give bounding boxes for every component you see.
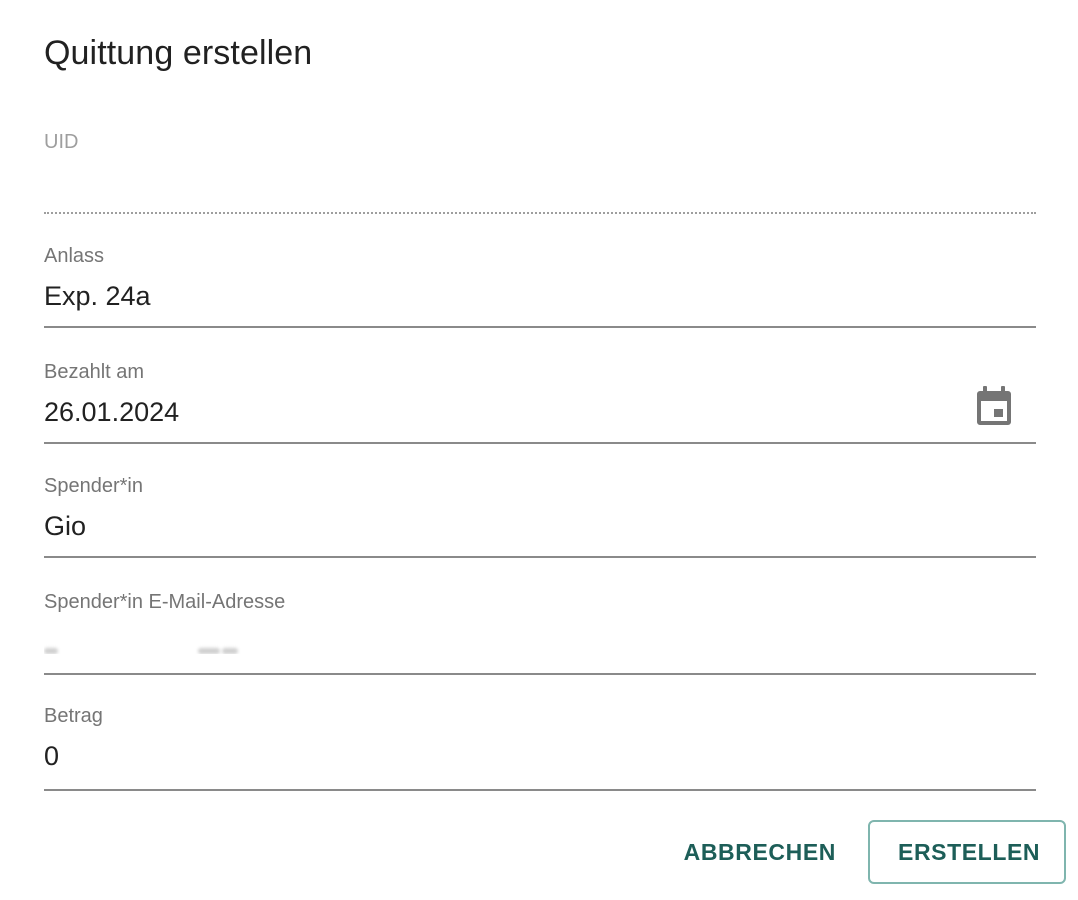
- dialog-actions: ABBRECHEN ERSTELLEN: [668, 820, 1066, 884]
- bezahlt-am-label: Bezahlt am: [44, 361, 145, 383]
- spender-label: Spender*in: [44, 475, 143, 497]
- dialog-title: Quittung erstellen: [44, 34, 313, 72]
- betrag-input[interactable]: [44, 736, 944, 776]
- bezahlt-am-underline: [44, 442, 1036, 444]
- bezahlt-am-input[interactable]: [44, 392, 944, 432]
- betrag-label: Betrag: [44, 705, 103, 727]
- betrag-underline: [44, 789, 1036, 791]
- anlass-field: Anlass: [44, 244, 1036, 334]
- spender-input[interactable]: [44, 506, 944, 546]
- spender-email-field: Spender*in E-Mail-Adresse: [44, 590, 1036, 680]
- spender-email-underline: [44, 673, 1036, 675]
- uid-label: UID: [44, 131, 79, 153]
- bezahlt-am-field: Bezahlt am: [44, 360, 1036, 450]
- cancel-button[interactable]: ABBRECHEN: [668, 820, 852, 884]
- obscured-email-value: [44, 626, 244, 654]
- uid-underline: [44, 212, 1036, 214]
- create-button[interactable]: ERSTELLEN: [868, 820, 1066, 884]
- anlass-input[interactable]: [44, 276, 944, 316]
- betrag-field: Betrag: [44, 704, 1036, 794]
- uid-input: [44, 162, 944, 202]
- anlass-label: Anlass: [44, 245, 105, 267]
- uid-field: UID: [44, 130, 1036, 220]
- calendar-icon[interactable]: [976, 386, 1012, 426]
- spender-field: Spender*in: [44, 474, 1036, 564]
- spender-underline: [44, 556, 1036, 558]
- spender-email-label: Spender*in E-Mail-Adresse: [44, 591, 286, 613]
- anlass-underline: [44, 326, 1036, 328]
- create-receipt-dialog: Quittung erstellen UID Anlass Bezahlt am…: [0, 0, 1078, 900]
